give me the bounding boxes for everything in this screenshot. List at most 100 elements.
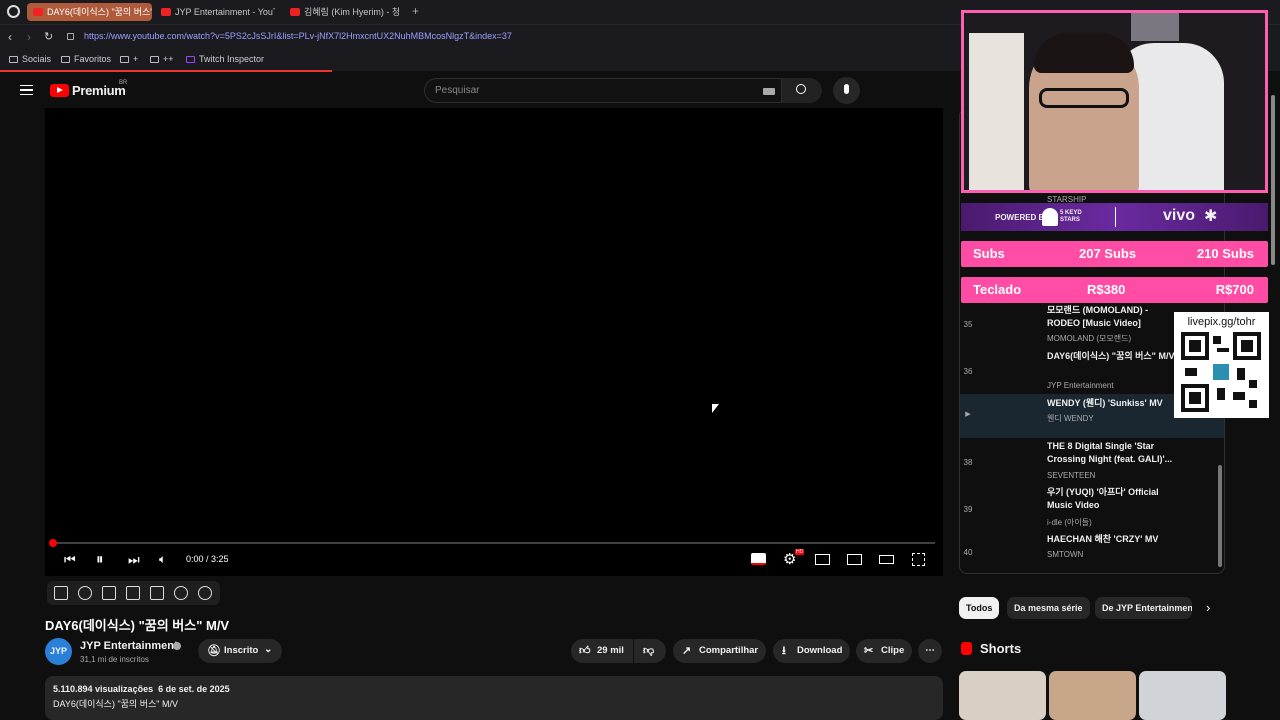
miniplayer-icon[interactable] bbox=[815, 554, 830, 565]
video-player[interactable] bbox=[45, 108, 943, 576]
thumbs-down-icon: 👎︎ bbox=[643, 645, 655, 657]
subscriber-count: 31,1 mi de inscritos bbox=[80, 655, 149, 664]
pause-icon[interactable]: ⏸ bbox=[96, 551, 104, 568]
mic-icon bbox=[844, 84, 849, 94]
list-item[interactable]: 40 HAECHAN 해찬 'CRZY' MV SMTOWN bbox=[960, 531, 1224, 573]
list-item[interactable]: 38 THE 8 Digital Single 'Star Crossing N… bbox=[960, 439, 1224, 485]
short-thumbnail[interactable] bbox=[959, 671, 1046, 720]
dislike-button[interactable]: 👎︎ bbox=[634, 639, 666, 663]
pip-icon[interactable] bbox=[847, 554, 862, 565]
forward-icon[interactable]: › bbox=[27, 30, 31, 44]
search-placeholder: Pesquisar bbox=[435, 85, 480, 96]
subscribed-label: Inscrito bbox=[224, 645, 259, 656]
short-thumbnail[interactable] bbox=[1139, 671, 1226, 720]
download-button[interactable]: ⭳ Download bbox=[773, 639, 850, 663]
logo-region: BR bbox=[119, 80, 128, 86]
sponsor-divider bbox=[1115, 207, 1116, 227]
volume-icon[interactable]: 🔈︎ bbox=[159, 552, 166, 567]
thumbnail bbox=[980, 303, 1042, 341]
sort-icon[interactable] bbox=[54, 586, 68, 600]
video-title: DAY6(데이식스) "꿈의 버스" M/V bbox=[45, 618, 230, 633]
subscribed-button[interactable]: 🔕︎ Inscrito ⌄ bbox=[198, 639, 282, 663]
sponsor-banner: POWERED BY 5 KEYD STARS vivo ✱ bbox=[961, 203, 1268, 231]
logo-text[interactable]: Premium bbox=[72, 83, 126, 98]
search-button[interactable] bbox=[782, 78, 822, 103]
shorts-title: Shorts bbox=[980, 641, 1022, 656]
time-display: 0:00 / 3:25 bbox=[186, 554, 229, 564]
webcam-hair bbox=[1034, 33, 1134, 73]
tab-day6[interactable]: DAY6(데이식스) "꿈의 버스" bbox=[27, 3, 152, 21]
bookmark-twitch-inspector[interactable]: Twitch Inspector bbox=[186, 54, 264, 64]
share-label: Compartilhar bbox=[699, 645, 759, 656]
share-icon: ↗ bbox=[682, 645, 692, 657]
webcam-poster bbox=[1131, 13, 1179, 41]
clip-button[interactable]: ✂ Clipe bbox=[856, 639, 912, 663]
short-thumbnail[interactable] bbox=[1049, 671, 1136, 720]
bookmark-favoritos[interactable]: Favoritos bbox=[61, 54, 111, 64]
list-item[interactable]: 39 우기 (YUQI) '아프다' Official Music Video … bbox=[960, 485, 1224, 531]
like-count: 29 mil bbox=[597, 645, 624, 656]
back-icon[interactable]: ‹ bbox=[8, 30, 12, 44]
page-scrollbar[interactable] bbox=[1271, 95, 1275, 265]
speed-icon[interactable] bbox=[174, 586, 188, 600]
chip-jyp[interactable]: De JYP Entertainment bbox=[1095, 597, 1192, 619]
twitch-icon bbox=[186, 56, 195, 63]
next-icon[interactable]: ⏭ bbox=[128, 552, 140, 568]
download-icon: ⭳ bbox=[782, 645, 786, 657]
description-text: DAY6(데이식스) "꿈의 버스" M/V bbox=[53, 699, 178, 709]
keyboard-icon[interactable] bbox=[763, 88, 775, 95]
gear-icon[interactable] bbox=[198, 586, 212, 600]
sponsor-partner: vivo bbox=[1163, 207, 1196, 224]
hd-badge: HD bbox=[795, 549, 805, 555]
youtube-logo-icon[interactable] bbox=[50, 84, 69, 97]
fullscreen-icon[interactable] bbox=[912, 553, 925, 566]
folder-icon bbox=[150, 56, 159, 63]
broadcast-icon[interactable] bbox=[78, 586, 92, 600]
previous-icon[interactable]: ⏮ bbox=[64, 552, 76, 568]
youtube-favicon-icon bbox=[161, 8, 171, 16]
thumbs-up-icon: 👍︎ bbox=[579, 645, 591, 657]
sponsor-brand: 5 KEYD STARS bbox=[1060, 210, 1082, 223]
reload-icon[interactable]: ↻ bbox=[44, 30, 53, 43]
bell-icon: 🔕︎ bbox=[207, 645, 221, 657]
film-icon[interactable] bbox=[102, 586, 116, 600]
bookmark-sociais[interactable]: Sociais bbox=[9, 54, 51, 64]
chevron-right-icon[interactable]: › bbox=[1206, 600, 1210, 615]
webcam-shelf bbox=[969, 33, 1024, 190]
youtube-favicon-icon bbox=[290, 8, 300, 16]
qr-url-text: livepix.gg/tohr bbox=[1187, 316, 1256, 328]
chip-same-series[interactable]: Da mesma série bbox=[1007, 597, 1090, 619]
channel-avatar[interactable]: JYP bbox=[45, 638, 72, 665]
channel-name[interactable]: JYP Entertainment bbox=[80, 640, 178, 652]
tab-jyp[interactable]: JYP Entertainment - YouT bbox=[155, 3, 275, 21]
progress-scrubber[interactable] bbox=[49, 539, 57, 547]
voice-search-button[interactable] bbox=[833, 77, 860, 104]
subtitles-icon[interactable] bbox=[751, 553, 766, 565]
bookmark-plus[interactable]: + bbox=[120, 54, 138, 64]
opera-menu-icon[interactable] bbox=[7, 5, 20, 18]
more-actions-button[interactable]: ⋯ bbox=[918, 639, 942, 663]
hamburger-menu-icon[interactable] bbox=[20, 85, 33, 95]
chip-todos[interactable]: Todos bbox=[959, 597, 1000, 619]
like-button[interactable]: 👍︎ 29 mil bbox=[571, 639, 633, 663]
search-input[interactable]: Pesquisar bbox=[424, 78, 782, 103]
verified-icon bbox=[173, 642, 181, 650]
url-text[interactable]: https://www.youtube.com/watch?v=5PS2cJsS… bbox=[84, 31, 512, 41]
description-box[interactable]: 5.110.894 visualizações 6 de set. de 202… bbox=[45, 676, 943, 720]
playlist-scrollbar[interactable] bbox=[1218, 465, 1222, 567]
playing-icon: ▶ bbox=[965, 411, 971, 418]
new-tab-button[interactable]: + bbox=[412, 4, 419, 18]
bookmark-plusplus[interactable]: ++ bbox=[150, 54, 174, 64]
livepix-qr-overlay: livepix.gg/tohr bbox=[1174, 312, 1269, 418]
view-stats: 5.110.894 visualizações 6 de set. de 202… bbox=[53, 684, 230, 694]
image-icon[interactable] bbox=[126, 586, 140, 600]
mouse-cursor-icon bbox=[712, 404, 719, 413]
qr-code-icon bbox=[1181, 332, 1261, 412]
tab-kim-hyerim[interactable]: 김혜림 (Kim Hyerim) - 청 bbox=[284, 3, 404, 21]
vivo-star-icon: ✱ bbox=[1204, 208, 1218, 225]
theater-mode-icon[interactable] bbox=[879, 555, 894, 564]
keyd-logo-icon bbox=[1042, 208, 1058, 226]
share-button[interactable]: ↗ Compartilhar bbox=[673, 639, 766, 663]
screenshot-icon[interactable] bbox=[150, 586, 164, 600]
progress-bar[interactable] bbox=[52, 542, 935, 544]
